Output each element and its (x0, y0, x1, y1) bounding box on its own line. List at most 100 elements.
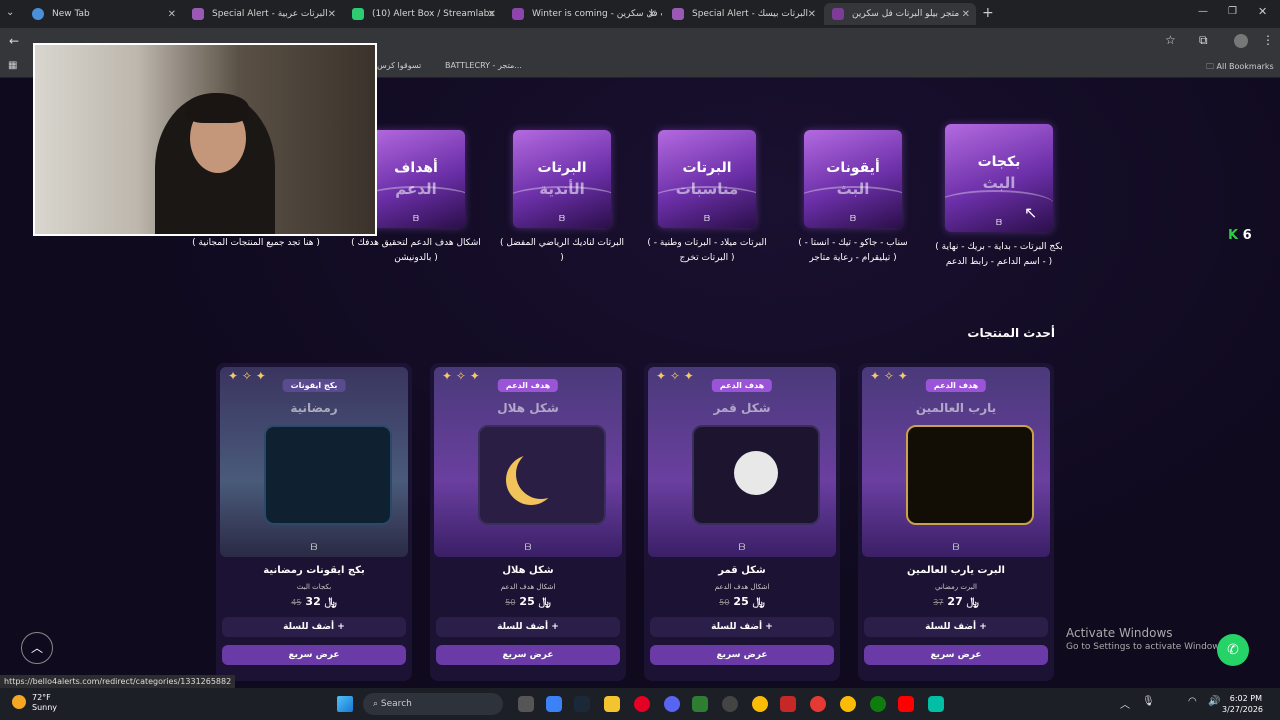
add-to-cart-button[interactable]: أضف للسلة + (436, 617, 620, 637)
quick-view-button[interactable]: عرض سريع (864, 645, 1048, 665)
moon-icon (734, 451, 778, 495)
product-card[interactable]: ✦ ✧ ✦ هدف الدعم شكل هلال ᗷ شكل هلال اشكا… (430, 363, 626, 681)
file-explorer-icon[interactable] (604, 696, 620, 712)
product-name[interactable]: شكل هلال (430, 565, 626, 576)
quick-view-button[interactable]: عرض سريع (650, 645, 834, 665)
product-image-text: شكل قمر (713, 401, 771, 415)
add-to-cart-button[interactable]: أضف للسلة + (864, 617, 1048, 637)
discord-icon[interactable] (664, 696, 680, 712)
streamlabs-icon (352, 8, 364, 20)
all-bookmarks[interactable]: 🗀 All Bookmarks (1206, 61, 1274, 75)
product-image[interactable]: ✦ ✧ ✦ هدف الدعم يارب العالمين ᗷ (862, 367, 1050, 557)
category-packages[interactable]: بكجات البث ᗷ ( بكج البرتات - بداية - بري… (934, 124, 1064, 270)
product-name[interactable]: البرت يارب العالمين (858, 565, 1054, 576)
volume-icon[interactable]: 🔊 (1208, 696, 1220, 707)
watermark-line2: Go to Settings to activate Windows. (1066, 642, 1228, 652)
product-card[interactable]: ✦ ✧ ✦ هدف الدعم يارب العالمين ᗷ البرت يا… (858, 363, 1054, 681)
browser-tab-bar: ⌄ New Tab ✕ Special Alert - البرتات عربي… (0, 0, 1280, 28)
product-category[interactable]: بكجات البث (216, 583, 412, 591)
category-clubs[interactable]: البرتات الأندية ᗷ ( البرتات لناديك الريا… (497, 130, 627, 266)
product-name[interactable]: شكل قمر (644, 565, 840, 576)
minimize-button[interactable]: — (1198, 6, 1208, 17)
bookmark-item[interactable]: تسوقوا كرس (377, 61, 421, 70)
close-icon[interactable]: ✕ (488, 9, 496, 20)
product-image[interactable]: ✦ ✧ ✦ بكج ايقونات رمضانية ᗷ (220, 367, 408, 557)
taskbar-search[interactable]: ⌕ Search (363, 693, 503, 715)
taskbar: 72°F Sunny ⌕ Search ︿ 🎙 ◠ 🔊 6:02 PM 3/27… (0, 688, 1280, 720)
product-image[interactable]: ✦ ✧ ✦ هدف الدعم شكل هلال ᗷ (434, 367, 622, 557)
tab-new-tab[interactable]: New Tab ✕ (24, 3, 182, 25)
category-icons[interactable]: أيقونات البث ᗷ ( سناب - جاكو - تيك - انس… (788, 130, 918, 266)
product-image[interactable]: ✦ ✧ ✦ هدف الدعم شكل قمر ᗷ (648, 367, 836, 557)
category-title: أيقونات (826, 160, 880, 176)
task-view-icon[interactable] (518, 696, 534, 712)
product-category[interactable]: اشكال هدف الدعم (430, 583, 626, 591)
scroll-to-top-button[interactable]: ︿ (21, 632, 53, 664)
apps-icon[interactable]: ▦ (8, 60, 17, 71)
steam-icon[interactable] (574, 696, 590, 712)
tab-special-alert-basic[interactable]: Special Alert - البرتات بيسك ✕ (664, 3, 822, 25)
lantern-icon: ✦ ✧ ✦ (228, 369, 266, 383)
extensions-icon[interactable]: ⧉ (1199, 33, 1208, 48)
microphone-icon[interactable]: 🎙 (1142, 696, 1155, 707)
weather-temp: 72°F (32, 693, 51, 702)
quick-view-button[interactable]: عرض سريع (222, 645, 406, 665)
pinterest-icon[interactable] (634, 696, 650, 712)
tab-bello-store[interactable]: متجر بيلو البرتات فل سكرين ✕ (824, 3, 976, 25)
crescent-icon (516, 449, 566, 499)
kick-badge[interactable]: K 6 (1228, 228, 1252, 243)
category-tile[interactable]: أيقونات البث ᗷ (804, 130, 902, 228)
wifi-icon[interactable]: ◠ (1188, 696, 1197, 707)
tab-streamlabs[interactable]: (10) Alert Box / Streamlabs ✕ (344, 3, 502, 25)
new-tab-button[interactable]: + (982, 5, 994, 21)
tab-special-alert-arabic[interactable]: Special Alert - البرتات عربية ✕ (184, 3, 342, 25)
back-icon[interactable]: ← (9, 34, 19, 48)
close-icon[interactable]: ✕ (328, 9, 336, 20)
bookmark-item[interactable]: BATTLECRY - متجر... (445, 61, 522, 70)
b-logo-icon: ᗷ (524, 543, 532, 553)
menu-icon[interactable]: ⋮ (1262, 33, 1274, 47)
tray-chevron-icon[interactable]: ︿ (1120, 696, 1130, 711)
category-tile[interactable]: البرتات الأندية ᗷ (513, 130, 611, 228)
profile-avatar[interactable] (1234, 34, 1248, 48)
app-icon[interactable] (722, 696, 738, 712)
tab-winter-is-coming[interactable]: Winter is coming - متجر بيلو البرتات فل … (504, 3, 662, 25)
tab-list-button[interactable]: ⌄ (6, 7, 14, 18)
chrome-icon[interactable] (752, 696, 768, 712)
product-category[interactable]: البرت رمضاني (858, 583, 1054, 591)
restore-button[interactable]: ❐ (1228, 6, 1237, 17)
app-icon[interactable] (780, 696, 796, 712)
weather-widget[interactable]: 72°F Sunny (12, 693, 57, 713)
product-preview (264, 425, 392, 525)
product-card[interactable]: ✦ ✧ ✦ بكج ايقونات رمضانية ᗷ بكج ايقونات … (216, 363, 412, 681)
category-tile[interactable]: البرتات مناسبات ᗷ (658, 130, 756, 228)
bookmark-star-icon[interactable]: ☆ (1165, 33, 1176, 47)
product-tag: هدف الدعم (925, 379, 987, 392)
product-price: 50 ﷼ 25 (430, 595, 626, 609)
product-name[interactable]: بكج ايقونات رمضانية (216, 565, 412, 576)
whatsapp-icon[interactable]: ✆ (1217, 634, 1249, 666)
xbox-icon[interactable] (870, 696, 886, 712)
category-tile[interactable]: أهداف الدعم ᗷ (367, 130, 465, 228)
close-icon[interactable]: ✕ (808, 9, 816, 20)
close-icon[interactable]: ✕ (648, 9, 656, 20)
app-icon[interactable] (928, 696, 944, 712)
webcam-overlay (33, 43, 377, 236)
youtube-icon[interactable] (898, 696, 914, 712)
product-category[interactable]: اشكال هدف الدعم (644, 583, 840, 591)
product-image-text: رمضانية (290, 401, 338, 415)
close-window-button[interactable]: ✕ (1258, 5, 1267, 18)
start-button[interactable] (337, 696, 353, 712)
product-card[interactable]: ✦ ✧ ✦ هدف الدعم شكل قمر ᗷ شكل قمر اشكال … (644, 363, 840, 681)
close-icon[interactable]: ✕ (962, 9, 970, 20)
add-to-cart-button[interactable]: أضف للسلة + (650, 617, 834, 637)
chrome-icon[interactable] (840, 696, 856, 712)
add-to-cart-button[interactable]: أضف للسلة + (222, 617, 406, 637)
close-icon[interactable]: ✕ (168, 9, 176, 20)
quick-view-button[interactable]: عرض سريع (436, 645, 620, 665)
app-icon[interactable] (692, 696, 708, 712)
category-occasions[interactable]: البرتات مناسبات ᗷ ( البرتات ميلاد - البر… (642, 130, 772, 266)
app-icon[interactable] (546, 696, 562, 712)
app-icon[interactable] (810, 696, 826, 712)
clock[interactable]: 6:02 PM 3/27/2026 (1222, 693, 1263, 715)
